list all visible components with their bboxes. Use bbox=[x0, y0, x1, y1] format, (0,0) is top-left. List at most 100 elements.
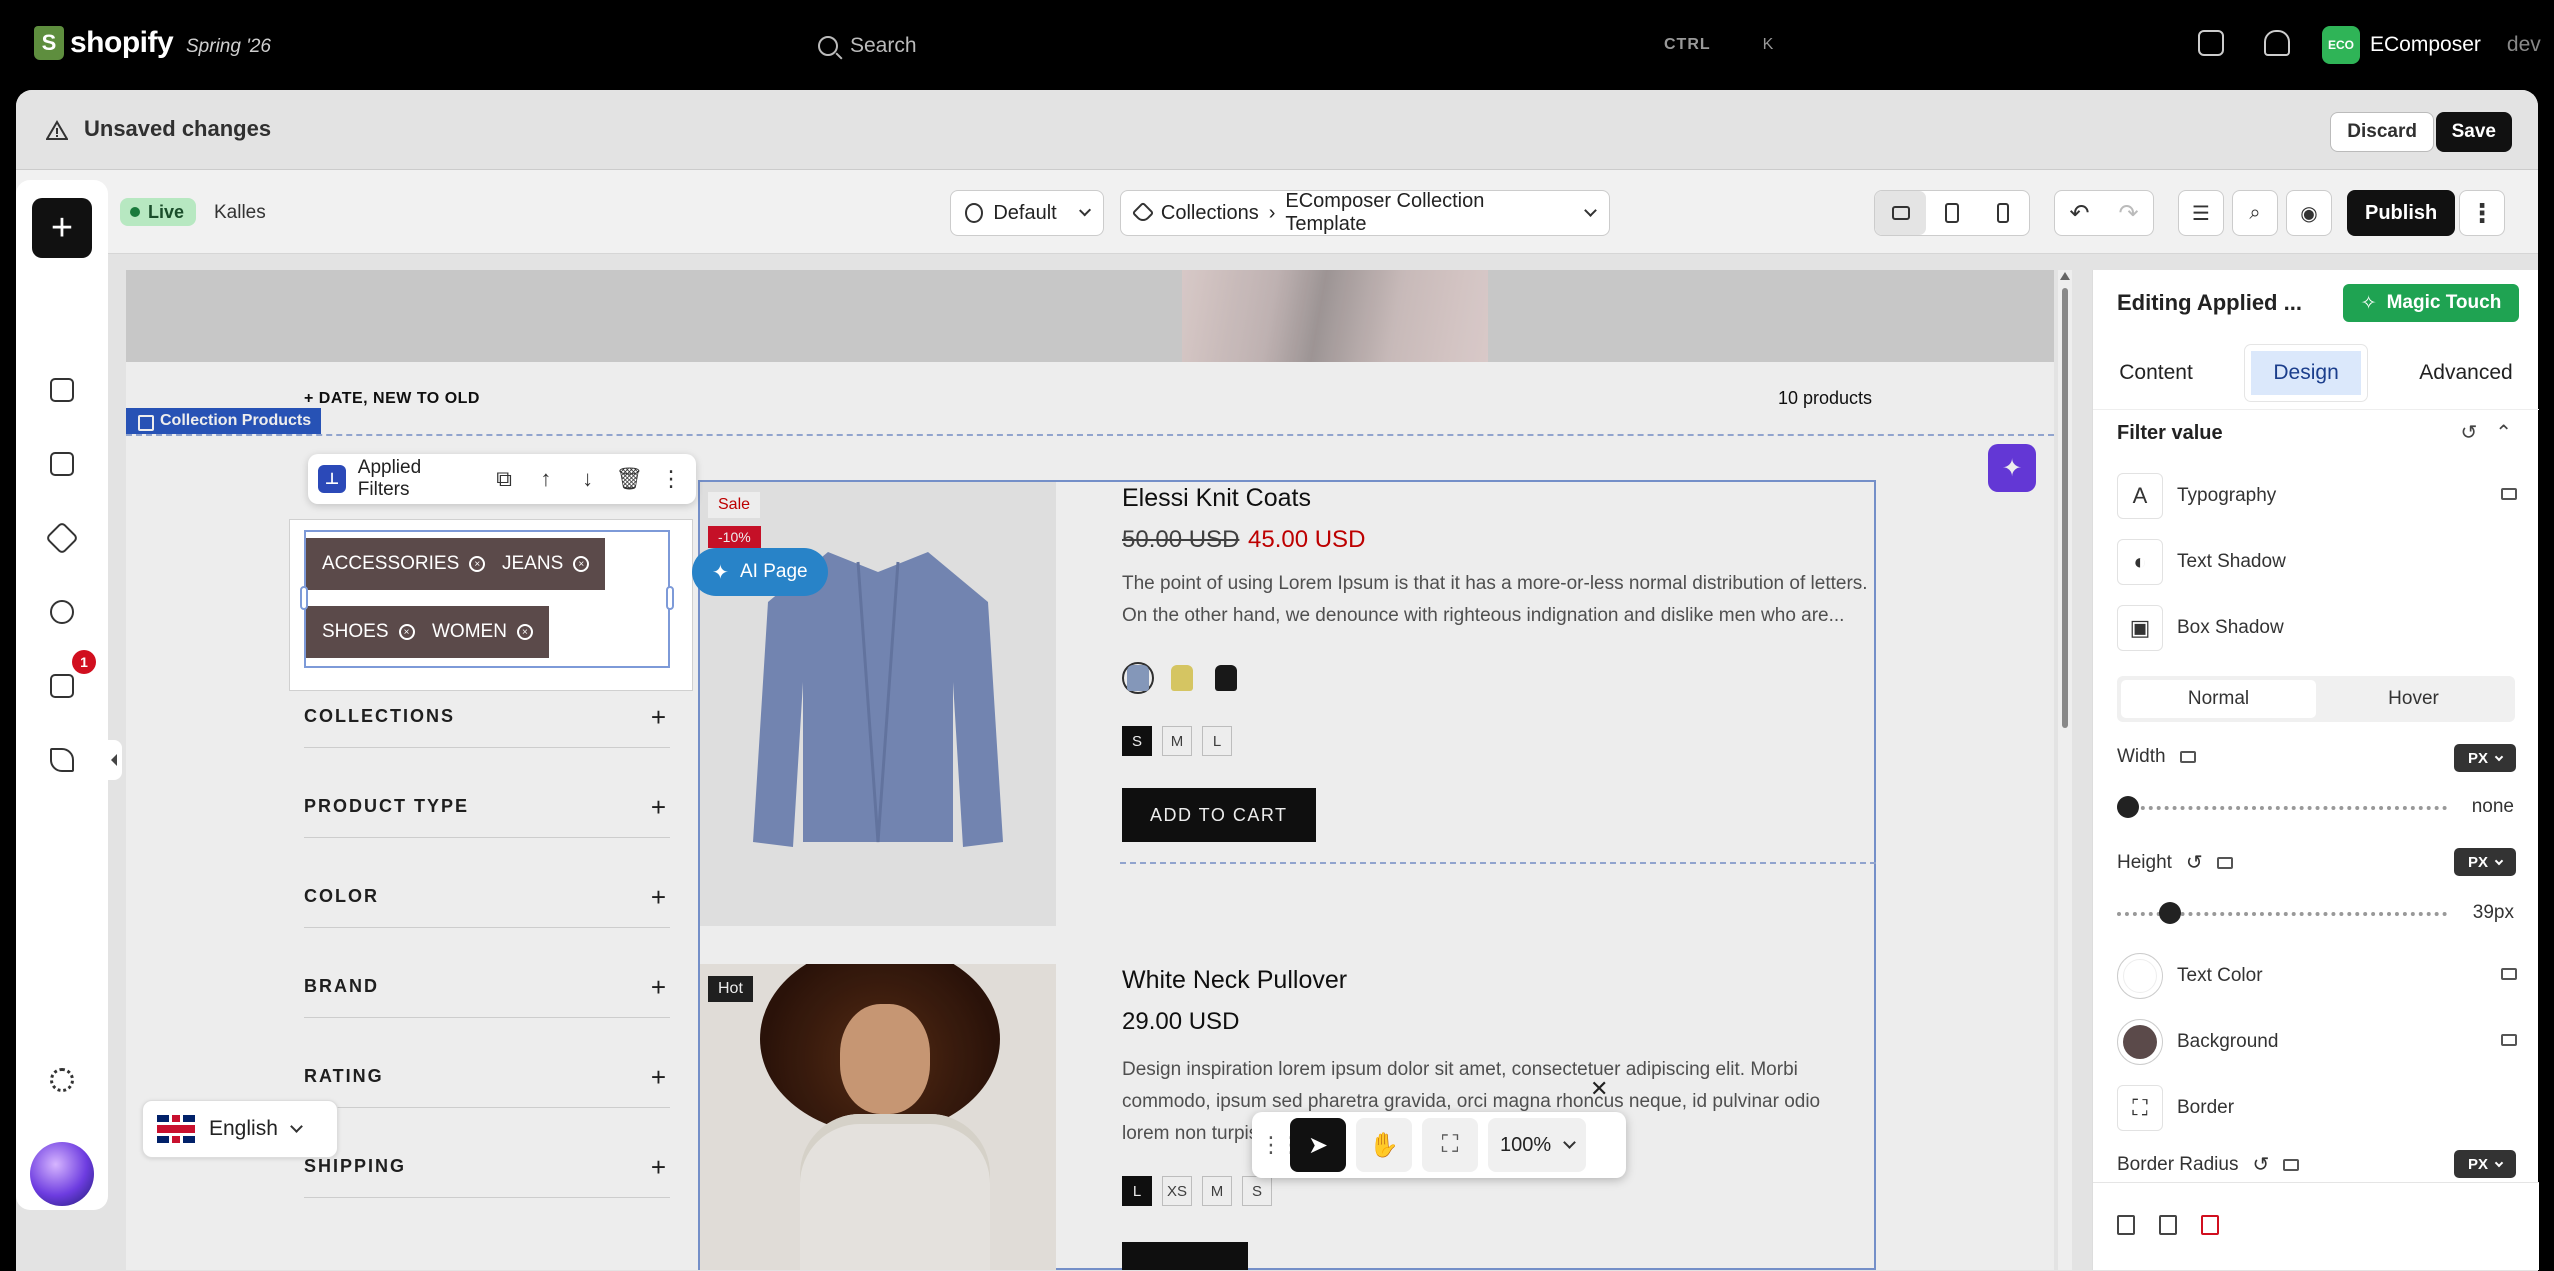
applied-filters-element[interactable]: ACCESSORIES × JEANS × SHOES × WOMEN × bbox=[290, 520, 692, 690]
background-swatch[interactable] bbox=[2117, 1019, 2163, 1065]
product-title[interactable]: White Neck Pullover bbox=[1122, 966, 1347, 995]
templates-icon[interactable] bbox=[50, 452, 74, 476]
desktop-icon[interactable] bbox=[2501, 968, 2517, 980]
close-icon[interactable]: ✕ bbox=[1590, 1076, 1608, 1102]
state-hover-tab[interactable]: Hover bbox=[2316, 680, 2511, 718]
move-up-icon[interactable]: ↑ bbox=[531, 466, 561, 492]
tablet-view-button[interactable] bbox=[1926, 191, 1977, 235]
size-option[interactable]: S bbox=[1242, 1176, 1272, 1206]
bell-icon[interactable] bbox=[2264, 30, 2290, 56]
text-shadow-row[interactable]: ◐ Text Shadow bbox=[2117, 538, 2517, 586]
sections-icon[interactable] bbox=[50, 378, 74, 402]
inspect-button[interactable]: ⌕ bbox=[2232, 190, 2278, 236]
hand-tool-button[interactable]: ✋ bbox=[1356, 1118, 1412, 1172]
zoom-select[interactable]: 100% bbox=[1488, 1118, 1587, 1172]
filter-chip-shoes[interactable]: SHOES × bbox=[306, 606, 431, 658]
width-slider[interactable] bbox=[2117, 796, 2447, 818]
facet-rating[interactable]: RATING + bbox=[304, 1062, 670, 1108]
tab-content[interactable]: Content bbox=[2119, 361, 2193, 385]
add-element-button[interactable]: + bbox=[32, 198, 92, 258]
remove-icon[interactable]: × bbox=[469, 556, 486, 572]
desktop-view-button[interactable] bbox=[1875, 191, 1927, 235]
section-heading[interactable]: Filter value bbox=[2117, 422, 2223, 445]
box-shadow-row[interactable]: ▣ Box Shadow bbox=[2117, 604, 2517, 652]
undo-button[interactable]: ↶ bbox=[2055, 191, 2104, 235]
height-unit-select[interactable]: PX bbox=[2454, 848, 2516, 876]
magic-touch-button[interactable]: ✧ Magic Touch bbox=[2343, 284, 2519, 322]
canvas-scroll-thumb[interactable] bbox=[2062, 288, 2068, 728]
reset-icon[interactable]: ↺ bbox=[2186, 850, 2203, 875]
language-select[interactable]: English bbox=[142, 1100, 338, 1158]
discard-button[interactable]: Discard bbox=[2330, 112, 2434, 152]
background-row[interactable]: Background bbox=[2117, 1018, 2517, 1066]
store-switcher[interactable]: ECO EComposer dev bbox=[2322, 26, 2541, 64]
collapse-rail-handle[interactable] bbox=[108, 740, 122, 780]
swatch-black[interactable] bbox=[1210, 662, 1242, 694]
size-option[interactable]: M bbox=[1162, 726, 1192, 756]
copy-style-icon[interactable] bbox=[2159, 1215, 2177, 1235]
ai-assistant-orb[interactable] bbox=[30, 1142, 94, 1206]
size-option[interactable]: S bbox=[1122, 726, 1152, 756]
size-option[interactable]: L bbox=[1122, 1176, 1152, 1206]
product-image[interactable] bbox=[700, 964, 1056, 1270]
swatch-blue[interactable] bbox=[1122, 662, 1154, 694]
border-row[interactable]: ⛶ Border bbox=[2117, 1084, 2517, 1132]
search-input[interactable]: Search bbox=[806, 24, 1756, 68]
inspect-list-icon[interactable] bbox=[50, 674, 74, 698]
clipboard-icon[interactable] bbox=[2117, 1215, 2135, 1235]
delete-icon[interactable]: 🗑 bbox=[615, 466, 645, 492]
shopify-logo[interactable]: S shopify bbox=[34, 26, 174, 60]
facet-collections[interactable]: COLLECTIONS + bbox=[304, 702, 670, 748]
reset-icon[interactable]: ↺ bbox=[2252, 1152, 2269, 1177]
size-option[interactable]: L bbox=[1202, 726, 1232, 756]
slider-knob[interactable] bbox=[2117, 796, 2139, 818]
select-tool-button[interactable]: ➤ bbox=[1290, 1118, 1346, 1172]
desktop-icon[interactable] bbox=[2283, 1158, 2300, 1171]
redo-button[interactable]: ↷ bbox=[2104, 191, 2153, 235]
facet-color[interactable]: COLOR + bbox=[304, 882, 670, 928]
mobile-view-button[interactable] bbox=[1978, 191, 2029, 235]
desktop-icon[interactable] bbox=[2179, 751, 2196, 763]
filter-chip-jeans[interactable]: JEANS × bbox=[486, 538, 606, 590]
move-down-icon[interactable]: ↓ bbox=[573, 466, 603, 492]
edition-label[interactable]: Spring '26 bbox=[186, 36, 271, 58]
reset-icon[interactable]: ↺ bbox=[2460, 420, 2477, 445]
chevron-up-icon[interactable]: ⌃ bbox=[2495, 420, 2512, 445]
border-radius-unit-select[interactable]: PX bbox=[2454, 1150, 2516, 1178]
state-normal-tab[interactable]: Normal bbox=[2121, 680, 2316, 718]
drag-handle-icon[interactable]: ⋮⋮ bbox=[1260, 1132, 1302, 1158]
tab-design[interactable]: Design bbox=[2245, 344, 2367, 401]
sidekick-icon[interactable] bbox=[2198, 30, 2224, 56]
history-icon[interactable] bbox=[50, 600, 74, 624]
duplicate-icon[interactable]: ⧉ bbox=[489, 466, 519, 492]
resize-handle-right[interactable] bbox=[666, 586, 674, 610]
sort-dropdown[interactable]: + DATE, NEW TO OLD bbox=[304, 390, 480, 408]
ai-sparkle-button[interactable]: ✦ bbox=[1988, 444, 2036, 492]
desktop-icon[interactable] bbox=[2216, 856, 2233, 869]
add-to-cart-button[interactable] bbox=[1122, 1242, 1248, 1270]
section-label[interactable]: Collection Products bbox=[126, 408, 322, 434]
facet-brand[interactable]: BRAND + bbox=[304, 972, 670, 1018]
gear-icon[interactable] bbox=[50, 1068, 74, 1092]
layers-icon[interactable] bbox=[45, 521, 79, 555]
preview-button[interactable]: ◉ bbox=[2286, 190, 2332, 236]
swatch-yellow[interactable] bbox=[1166, 662, 1198, 694]
size-option[interactable]: XS bbox=[1162, 1176, 1192, 1206]
facet-product-type[interactable]: PRODUCT TYPE + bbox=[304, 792, 670, 838]
typography-row[interactable]: A Typography bbox=[2117, 472, 2517, 520]
slider-knob[interactable] bbox=[2159, 902, 2181, 924]
product-title[interactable]: Elessi Knit Coats bbox=[1122, 484, 1311, 513]
publish-button[interactable]: Publish bbox=[2347, 190, 2456, 236]
remove-icon[interactable]: × bbox=[516, 624, 533, 640]
remove-icon[interactable]: × bbox=[573, 556, 590, 572]
text-color-row[interactable]: Text Color bbox=[2117, 952, 2517, 1000]
desktop-icon[interactable] bbox=[2501, 488, 2517, 500]
resize-handle-left[interactable] bbox=[300, 586, 308, 610]
settings-sliders-button[interactable]: ☰ bbox=[2178, 190, 2224, 236]
scroll-up-icon[interactable] bbox=[2060, 272, 2070, 280]
brush-icon[interactable] bbox=[50, 748, 74, 772]
desktop-icon[interactable] bbox=[2501, 1034, 2517, 1046]
facet-shipping[interactable]: SHIPPING + bbox=[304, 1152, 670, 1198]
ai-page-button[interactable]: AI Page bbox=[692, 548, 828, 596]
save-button[interactable]: Save bbox=[2435, 112, 2512, 152]
